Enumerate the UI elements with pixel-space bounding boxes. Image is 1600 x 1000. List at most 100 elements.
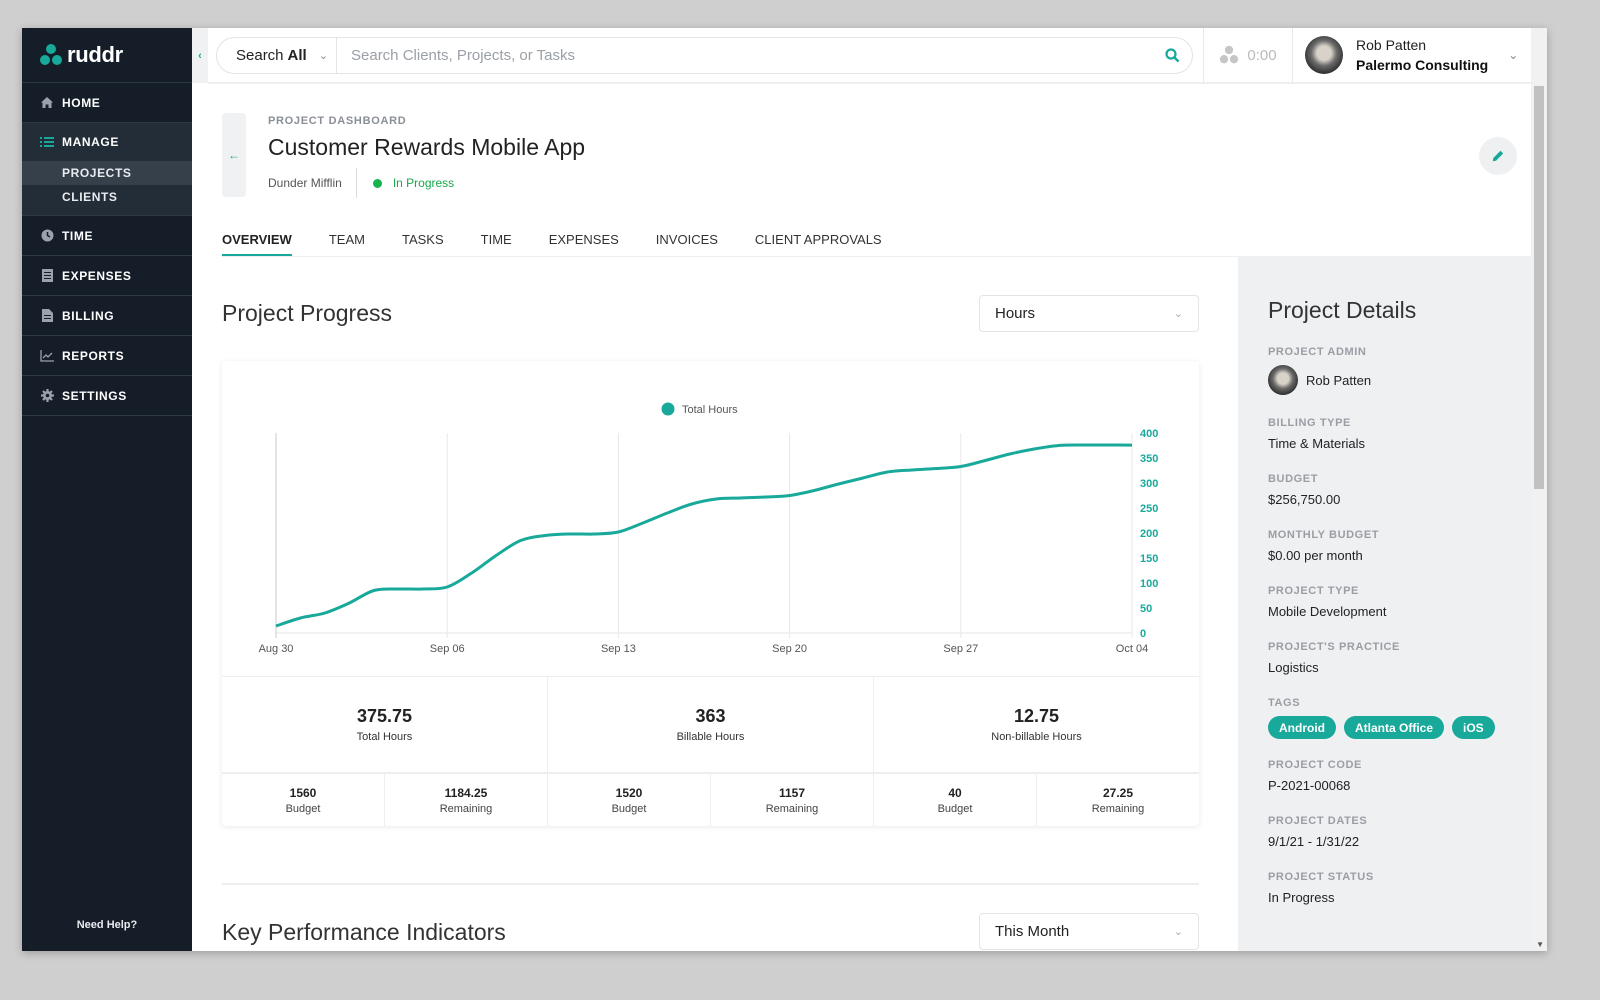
timer-button[interactable]: 0:00 — [1203, 28, 1293, 83]
detail-value: Mobile Development — [1268, 604, 1531, 619]
timer-value: 0:00 — [1247, 47, 1276, 64]
search-scope-value: All — [288, 47, 307, 64]
sidebar-item-clients[interactable]: CLIENTS — [22, 185, 192, 209]
sidebar-group-manage: MANAGE PROJECTS CLIENTS — [22, 123, 192, 216]
progress-chart: Aug 30Sep 06Sep 13Sep 20Sep 27Oct 040501… — [222, 361, 1199, 676]
period-select[interactable]: This Month ⌄ — [979, 913, 1199, 950]
edit-project-button[interactable] — [1479, 137, 1517, 175]
sub-stat-value: 1157 — [779, 786, 805, 800]
tab-team[interactable]: TEAM — [329, 224, 365, 257]
y-tick-label: 400 — [1140, 428, 1158, 440]
stat-nonbillable-hours: 12.75 Non-billable Hours — [874, 677, 1199, 772]
detail-label: TAGS — [1268, 697, 1531, 709]
global-search: Search All ⌄ — [216, 37, 1193, 74]
tag-chip[interactable]: Android — [1268, 716, 1336, 739]
chart-icon — [40, 349, 54, 363]
sidebar-item-manage[interactable]: MANAGE — [22, 123, 192, 161]
project-admin[interactable]: Rob Patten — [1268, 365, 1531, 395]
search-button[interactable] — [1152, 48, 1192, 63]
detail-value: $0.00 per month — [1268, 548, 1531, 563]
y-tick-label: 0 — [1140, 628, 1146, 640]
period-select-value: This Month — [995, 923, 1069, 940]
stat-value: 375.75 — [357, 706, 412, 727]
user-name: Rob Patten — [1356, 35, 1488, 55]
stat-value: 363 — [695, 706, 725, 727]
project-meta: Dunder Mifflin In Progress — [268, 168, 454, 198]
project-tabs: OVERVIEW TEAM TASKS TIME EXPENSES INVOIC… — [222, 224, 1531, 257]
sidebar-item-settings[interactable]: SETTINGS — [22, 376, 192, 416]
sub-stat: 40Budget — [874, 774, 1037, 826]
metric-select-value: Hours — [995, 305, 1035, 322]
scrollbar-thumb[interactable] — [1534, 86, 1544, 489]
sidebar: ruddr HOME MANAGE PROJECTS CLIENTS TIME — [22, 28, 192, 951]
tag-chip[interactable]: iOS — [1452, 716, 1495, 739]
sub-stat: 1520Budget — [548, 774, 711, 826]
metric-select[interactable]: Hours ⌄ — [979, 295, 1199, 332]
legend-label: Total Hours — [682, 404, 738, 416]
detail-value: 9/1/21 - 1/31/22 — [1268, 834, 1531, 849]
sidebar-item-projects[interactable]: PROJECTS — [22, 161, 192, 185]
detail-label: PROJECT TYPE — [1268, 585, 1531, 597]
pencil-icon — [1492, 150, 1504, 162]
sub-stat-value: 27.25 — [1103, 786, 1133, 800]
scroll-down-arrow-icon[interactable]: ▼ — [1536, 940, 1544, 949]
series-line-total-hours — [276, 445, 1132, 626]
tab-invoices[interactable]: INVOICES — [656, 224, 718, 257]
hours-budget-summary: 1560Budget 1184.25Remaining 1520Budget 1… — [222, 772, 1199, 826]
x-tick-label: Aug 30 — [259, 643, 294, 655]
gear-icon — [40, 389, 54, 403]
y-tick-label: 50 — [1140, 603, 1152, 615]
y-tick-label: 200 — [1140, 528, 1158, 540]
sub-stat-value: 1520 — [616, 786, 643, 800]
x-tick-label: Sep 20 — [772, 643, 807, 655]
sidebar-item-label: MANAGE — [62, 135, 119, 149]
page-scrollbar[interactable]: ▼ — [1531, 28, 1547, 951]
back-button[interactable]: ← — [222, 113, 246, 197]
detail-label: PROJECT STATUS — [1268, 871, 1531, 883]
stat-label: Non-billable Hours — [991, 731, 1082, 743]
stat-billable-hours: 363 Billable Hours — [548, 677, 874, 772]
search-input[interactable] — [337, 47, 1152, 64]
user-menu[interactable]: Rob Patten Palermo Consulting ⌄ — [1293, 35, 1531, 75]
collapse-sidebar-button[interactable]: ‹ — [192, 28, 208, 83]
client-link[interactable]: Dunder Mifflin — [268, 168, 357, 198]
stat-value: 12.75 — [1014, 706, 1059, 727]
page-title: Customer Rewards Mobile App — [268, 134, 585, 161]
project-details-title: Project Details — [1268, 297, 1531, 324]
status-dot-icon — [373, 179, 382, 188]
tab-time[interactable]: TIME — [481, 224, 512, 257]
project-details-panel: Project Details PROJECT ADMIN Rob Patten… — [1238, 257, 1531, 951]
detail-value: Time & Materials — [1268, 436, 1531, 451]
detail-label: BUDGET — [1268, 473, 1531, 485]
sidebar-item-home[interactable]: HOME — [22, 83, 192, 123]
tab-overview[interactable]: OVERVIEW — [222, 224, 292, 257]
search-scope-dropdown[interactable]: Search All ⌄ — [217, 38, 337, 73]
x-tick-label: Sep 13 — [601, 643, 636, 655]
sidebar-item-label: BILLING — [62, 309, 114, 323]
timer-logo-icon — [1219, 45, 1239, 65]
detail-label: MONTHLY BUDGET — [1268, 529, 1531, 541]
tab-tasks[interactable]: TASKS — [402, 224, 444, 257]
sub-stat-label: Budget — [938, 803, 973, 815]
sidebar-item-reports[interactable]: REPORTS — [22, 336, 192, 376]
sidebar-item-billing[interactable]: BILLING — [22, 296, 192, 336]
user-avatar — [1305, 36, 1343, 74]
admin-name: Rob Patten — [1306, 373, 1371, 388]
search-icon — [1165, 48, 1180, 63]
chevron-down-icon: ⌄ — [1174, 307, 1183, 320]
tab-expenses[interactable]: EXPENSES — [549, 224, 619, 257]
tab-client-approvals[interactable]: CLIENT APPROVALS — [755, 224, 882, 257]
home-icon — [40, 96, 54, 110]
sidebar-item-label: TIME — [62, 229, 93, 243]
logo[interactable]: ruddr — [22, 28, 192, 83]
sidebar-item-expenses[interactable]: EXPENSES — [22, 256, 192, 296]
need-help-link[interactable]: Need Help? — [22, 919, 192, 931]
detail-label: PROJECT CODE — [1268, 759, 1531, 771]
arrow-left-icon: ← — [228, 148, 240, 162]
x-tick-label: Sep 06 — [430, 643, 465, 655]
sidebar-item-time[interactable]: TIME — [22, 216, 192, 256]
sub-stat-value: 1560 — [290, 786, 317, 800]
detail-label: BILLING TYPE — [1268, 417, 1531, 429]
overview-content: Project Progress Hours ⌄ Aug 30Sep 06Sep… — [222, 257, 1199, 951]
tag-chip[interactable]: Atlanta Office — [1344, 716, 1444, 739]
